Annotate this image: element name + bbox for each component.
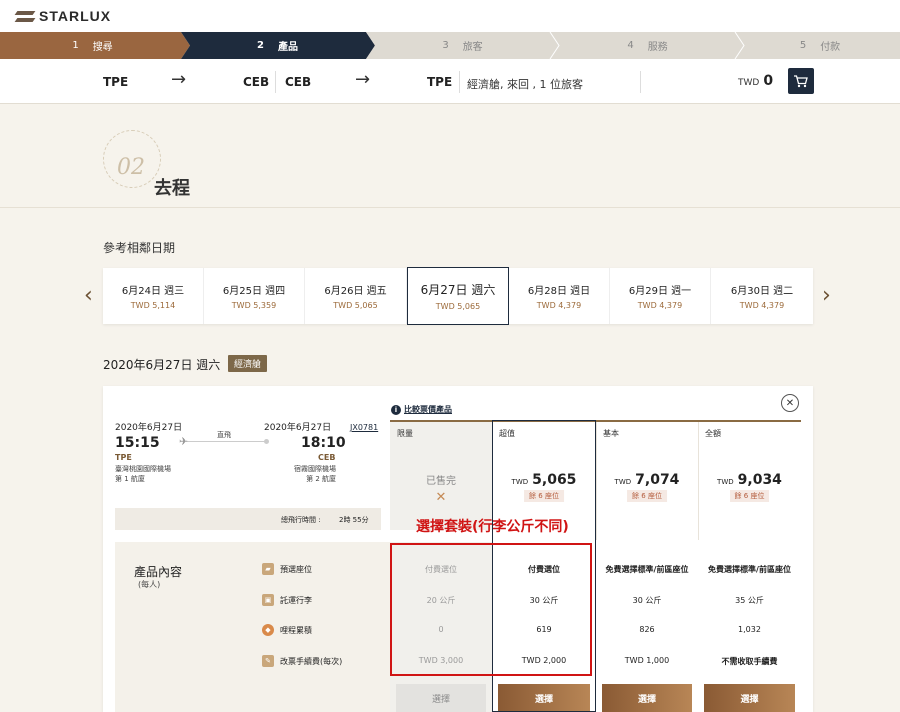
step-payment: 5 付款 xyxy=(799,40,841,53)
logo-mark-icon xyxy=(16,8,34,24)
seats-left: 餘 6 座位 xyxy=(729,490,770,502)
step-number: 02 xyxy=(117,155,145,180)
cabin-badge: 經濟艙 xyxy=(228,355,268,372)
info-icon: i xyxy=(391,404,401,415)
date-option[interactable]: 6月28日 週日 TWD 4,379 xyxy=(509,268,610,324)
departure-code: TPE xyxy=(115,453,132,462)
seg2-arrow-icon: → xyxy=(355,69,371,90)
feature-miles: ◆ 哩程累積 xyxy=(262,624,312,636)
cell-fee-full: 不需收取手續費 xyxy=(721,657,778,666)
date-option-selected[interactable]: 6月27日 週六 TWD 5,065 xyxy=(407,267,509,325)
route-summary-bar: TPE → CEB CEB → TPE 經濟艙, 來回 , 1 位旅客 TWD 0 xyxy=(0,59,900,104)
date-option[interactable]: 6月25日 週四 TWD 5,359 xyxy=(204,268,305,324)
duration-label: 總飛行時間 : xyxy=(281,516,321,524)
seg2-destination: TPE xyxy=(427,75,453,89)
route-line xyxy=(180,441,268,442)
cell-baggage-full: 35 公斤 xyxy=(735,596,764,605)
select-button-limited: 選擇 xyxy=(396,684,486,712)
seat-icon: ▰ xyxy=(262,563,274,575)
route-dot xyxy=(264,439,269,444)
seg1-arrow-icon: → xyxy=(171,69,187,90)
arrival-time: 18:10 xyxy=(301,435,346,451)
cart-icon xyxy=(794,74,808,87)
duration-box: 總飛行時間 : 2時 55分 xyxy=(115,508,381,530)
cell-fee-basic: TWD 1,000 xyxy=(624,656,670,665)
seg1-destination: CEB xyxy=(243,75,270,89)
select-button-basic[interactable]: 選擇 xyxy=(602,684,692,712)
cart-button[interactable] xyxy=(788,68,814,94)
starlux-logo[interactable]: STARLUX xyxy=(16,8,111,24)
date-selector: 6月24日 週三 TWD 5,114 6月25日 週四 TWD 5,359 6月26… xyxy=(103,267,813,325)
product-subtitle: (每人) xyxy=(138,580,161,589)
flight-number-link[interactable]: JX0781 xyxy=(350,423,378,432)
baggage-icon: ▣ xyxy=(262,594,274,606)
prev-dates-arrow-icon[interactable]: ‹ xyxy=(84,283,93,308)
trip-info: 經濟艙, 來回 , 1 位旅客 xyxy=(467,78,583,91)
seg1-origin: TPE xyxy=(103,75,129,89)
seats-left: 餘 6 座位 xyxy=(627,490,667,502)
cell-seat-basic: 免費選擇標準/前區座位 xyxy=(605,565,689,574)
plane-icon: ✈ xyxy=(179,435,189,448)
date-option[interactable]: 6月29日 週一 TWD 4,379 xyxy=(610,268,711,324)
divider xyxy=(459,71,460,93)
select-button-full[interactable]: 選擇 xyxy=(704,684,795,712)
direct-label: 直飛 xyxy=(217,431,231,439)
departure-time: 15:15 xyxy=(115,435,160,451)
flight-date-heading: 2020年6月27日 週六 xyxy=(103,358,221,372)
arrival-code: CEB xyxy=(318,453,336,462)
arrival-airport: 宿霧國際機場 第 2 航廈 xyxy=(294,465,336,483)
product-title: 產品內容 xyxy=(134,565,183,579)
next-dates-arrow-icon[interactable]: › xyxy=(822,283,831,308)
feature-change-fee: ✎ 改票手續費(每次) xyxy=(262,655,342,667)
divider xyxy=(640,71,641,93)
date-option[interactable]: 6月26日 週五 TWD 5,065 xyxy=(305,268,407,324)
page-title: 去程 xyxy=(154,178,190,199)
step-services: 4 服務 xyxy=(627,40,668,53)
feature-seat: ▰ 預選座位 xyxy=(262,563,312,575)
date-option[interactable]: 6月30日 週二 TWD 4,379 xyxy=(711,268,813,324)
top-bar: STARLUX xyxy=(0,0,900,32)
arrival-date: 2020年6月27日 xyxy=(264,423,332,433)
step-passenger: 3 旅客 xyxy=(442,40,483,53)
miles-icon: ◆ xyxy=(262,624,274,636)
departure-date: 2020年6月27日 xyxy=(115,423,183,433)
sold-out-label: 已售完 xyxy=(426,476,456,487)
adjacent-dates-title: 參考相鄰日期 xyxy=(103,241,176,255)
divider xyxy=(275,71,276,93)
cell-seat-full: 免費選擇標準/前區座位 xyxy=(708,565,791,574)
duration-value: 2時 55分 xyxy=(339,516,369,524)
booking-steps: 1 搜尋 2 產品 3 旅客 4 服務 5 付款 xyxy=(0,32,900,59)
compare-fares-link[interactable]: i 比較票價產品 xyxy=(391,404,452,415)
feature-baggage: ▣ 託運行李 xyxy=(262,594,312,606)
change-fee-icon: ✎ xyxy=(262,655,274,667)
annotation-highlight-box xyxy=(390,543,592,676)
logo-text: STARLUX xyxy=(39,8,112,24)
close-icon[interactable]: ✕ xyxy=(781,394,799,412)
total-price: TWD 0 xyxy=(738,73,774,89)
cell-baggage-basic: 30 公斤 xyxy=(632,596,662,605)
sold-out-x-icon: ✕ xyxy=(435,490,447,505)
step-product[interactable]: 2 產品 xyxy=(185,32,370,59)
cell-miles-full: 1,032 xyxy=(738,625,761,634)
date-option[interactable]: 6月24日 週三 TWD 5,114 xyxy=(103,268,204,324)
step-search[interactable]: 1 搜尋 xyxy=(0,32,185,59)
seg2-origin: CEB xyxy=(285,75,312,89)
cell-miles-basic: 826 xyxy=(639,625,655,634)
departure-airport: 臺灣桃園國際機場 第 1 航廈 xyxy=(115,465,171,483)
